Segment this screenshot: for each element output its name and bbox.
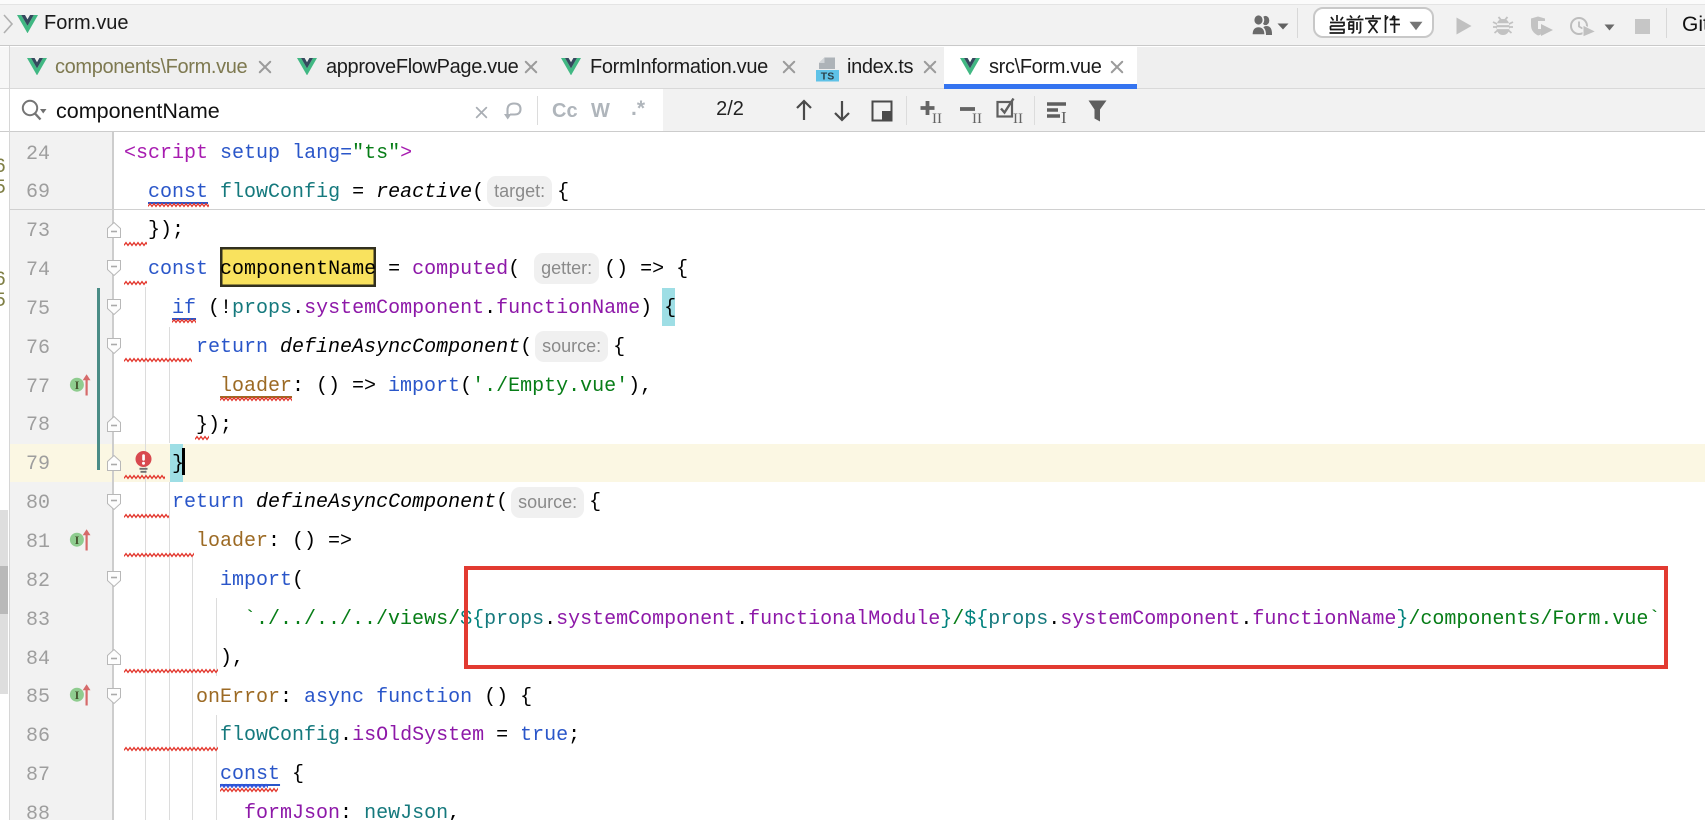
svg-text:I: I xyxy=(75,688,80,702)
svg-text:I: I xyxy=(75,533,80,547)
svg-text:I: I xyxy=(1061,108,1067,126)
svg-text:II: II xyxy=(972,111,982,126)
svg-text:II: II xyxy=(1013,111,1023,126)
svg-text:TS: TS xyxy=(821,71,834,83)
svg-text:I: I xyxy=(75,377,80,391)
svg-text:II: II xyxy=(932,111,942,126)
